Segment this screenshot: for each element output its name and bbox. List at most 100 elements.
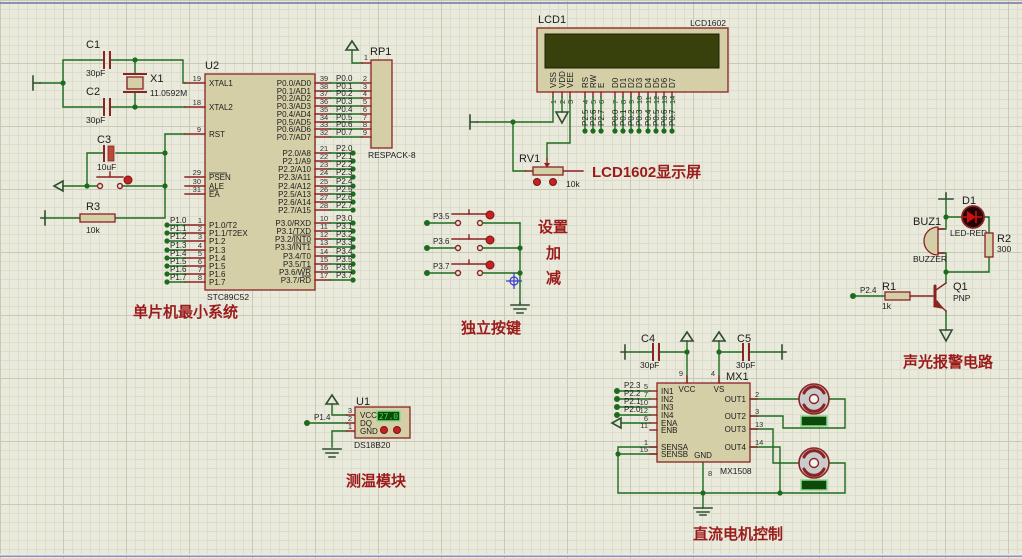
u1-inc-button[interactable] bbox=[381, 427, 388, 434]
pin-text: P2.3 bbox=[336, 168, 353, 177]
pin-text: OUT2 bbox=[725, 412, 747, 421]
rv1-dec-button[interactable] bbox=[534, 179, 541, 186]
motor1-rpm-display bbox=[801, 416, 827, 426]
key-label-set: 设置 bbox=[538, 219, 568, 236]
junction-dot bbox=[700, 490, 705, 495]
pin-text: OUT1 bbox=[725, 395, 747, 404]
junction-dot bbox=[716, 349, 721, 354]
schematic-canvas: C1 30pF C2 30pF X1 11.0592M C3 10uF bbox=[0, 0, 1022, 559]
pot-rv1[interactable]: RV1 10k bbox=[519, 153, 583, 189]
buzzer-buz1[interactable]: BUZ1 BUZZER bbox=[913, 216, 947, 264]
capacitor-c1[interactable]: C1 30pF bbox=[86, 39, 110, 78]
r3-ref: R3 bbox=[86, 201, 100, 213]
junction-dot bbox=[582, 128, 587, 133]
pin-text: P0.7 bbox=[668, 109, 677, 126]
junction-dot bbox=[164, 247, 169, 252]
pin-text: 9 bbox=[679, 369, 683, 378]
key-contact bbox=[478, 246, 483, 251]
junction-dot bbox=[612, 128, 617, 133]
key-contact bbox=[456, 246, 461, 251]
motor2-rpm-display bbox=[801, 480, 827, 490]
ground-symbol bbox=[511, 303, 529, 313]
q1-ref: Q1 bbox=[953, 281, 968, 293]
junction-dot bbox=[943, 214, 948, 219]
junction-dot bbox=[684, 349, 689, 354]
ground-terminal bbox=[33, 76, 40, 90]
section-label-keys: 独立按键 bbox=[461, 319, 521, 337]
junction-dot bbox=[661, 128, 666, 133]
pin-text: 3 bbox=[755, 407, 759, 416]
x1-ref: X1 bbox=[150, 73, 163, 85]
pin-text: 17 bbox=[320, 271, 328, 280]
rv1-value: 10k bbox=[566, 179, 580, 189]
r3-value: 10k bbox=[86, 225, 100, 235]
resistor-r3[interactable]: R3 10k bbox=[80, 201, 115, 235]
junction-dot bbox=[84, 183, 89, 188]
pin-text: 13 bbox=[755, 420, 763, 429]
resistor-r1[interactable]: R1 1k bbox=[882, 281, 935, 311]
key-button-P3.6[interactable] bbox=[486, 236, 494, 244]
buz1-ref: BUZ1 bbox=[913, 216, 941, 228]
key-button-P3.7[interactable] bbox=[486, 261, 494, 269]
lcd-model: LCD1602 bbox=[690, 18, 726, 28]
pin-text: P3.7 bbox=[336, 271, 353, 280]
junction-dot bbox=[615, 451, 620, 456]
pin-text: 32 bbox=[320, 128, 328, 137]
junction-dot bbox=[164, 255, 169, 260]
pin-text: PSEN bbox=[209, 173, 231, 182]
pin-text: P3.7 bbox=[433, 262, 450, 271]
c1-value: 30pF bbox=[86, 68, 105, 78]
c5-value: 30pF bbox=[736, 360, 755, 370]
pin-text: 29 bbox=[193, 168, 201, 177]
lcd-ref: LCD1 bbox=[538, 14, 566, 26]
resistor-r2[interactable]: R2 300 bbox=[985, 233, 1011, 257]
u1-dec-button[interactable] bbox=[394, 427, 401, 434]
lcd1602-display[interactable]: LCD1 LCD1602 1VSS2VDD3VEE4RSP2.55RWP2.66… bbox=[470, 14, 728, 171]
capacitor-c2[interactable]: C2 30pF bbox=[86, 86, 110, 125]
net-terminal-dot bbox=[304, 420, 310, 426]
d1-value: LED-RED bbox=[950, 228, 987, 238]
pin-text: 1 bbox=[364, 53, 368, 62]
key-contact bbox=[478, 221, 483, 226]
pin-text: 8 bbox=[198, 273, 202, 282]
transistor-q1[interactable]: Q1 PNP bbox=[933, 281, 971, 311]
junction-dot bbox=[669, 128, 674, 133]
pin-text: EA bbox=[209, 190, 220, 199]
pin-text: 8 bbox=[708, 469, 712, 478]
r1-net-label: P2.4 bbox=[860, 286, 877, 295]
rv1-inc-button[interactable] bbox=[550, 179, 557, 186]
key-label-dec: 减 bbox=[546, 269, 561, 287]
key-contact bbox=[478, 271, 483, 276]
respack-rp1[interactable]: RP1 RESPACK-8 123456789 bbox=[346, 41, 416, 160]
r1-ref: R1 bbox=[882, 281, 896, 293]
pin-text: GND bbox=[360, 427, 378, 436]
pin-text: 11 bbox=[640, 421, 648, 430]
pin-text: P3.7/RD bbox=[281, 276, 311, 285]
pin-text: RST bbox=[209, 130, 225, 139]
pin-text: XTAL1 bbox=[209, 79, 233, 88]
reset-button-dot[interactable] bbox=[124, 176, 132, 184]
pin-text: VS bbox=[714, 385, 725, 394]
junction-dot bbox=[164, 271, 169, 276]
pin-text: GND bbox=[694, 451, 712, 460]
key-contact bbox=[456, 221, 461, 226]
mx1-ref: MX1 bbox=[726, 371, 749, 383]
alarm-section: P2.4 D1 LED-RED BUZ1 BUZZER R2 300 R1 1k bbox=[850, 193, 1011, 371]
key-button-P3.5[interactable] bbox=[486, 211, 494, 219]
key-rows: P3.5P3.6P3.7 bbox=[424, 210, 520, 276]
pin-text: P2.7/A15 bbox=[278, 206, 311, 215]
pin-text: P1.7 bbox=[209, 278, 226, 287]
junction-dot bbox=[162, 183, 167, 188]
rp1-pin-labels: 123456789 bbox=[362, 53, 371, 137]
pin-text: P0.3 bbox=[635, 109, 644, 126]
junction-dot bbox=[164, 222, 169, 227]
ground-arrow-terminal bbox=[556, 112, 568, 123]
crystal-x1[interactable]: X1 11.0592M bbox=[124, 73, 187, 98]
junction-dot bbox=[510, 119, 515, 124]
power-terminal bbox=[713, 332, 725, 341]
motor-1[interactable] bbox=[799, 384, 829, 426]
pin-text: P2.3/A11 bbox=[279, 173, 312, 182]
motor-2[interactable] bbox=[799, 448, 829, 490]
section-label-temp: 测温模块 bbox=[346, 472, 407, 490]
pin-text: P0.7/AD7 bbox=[277, 133, 312, 142]
